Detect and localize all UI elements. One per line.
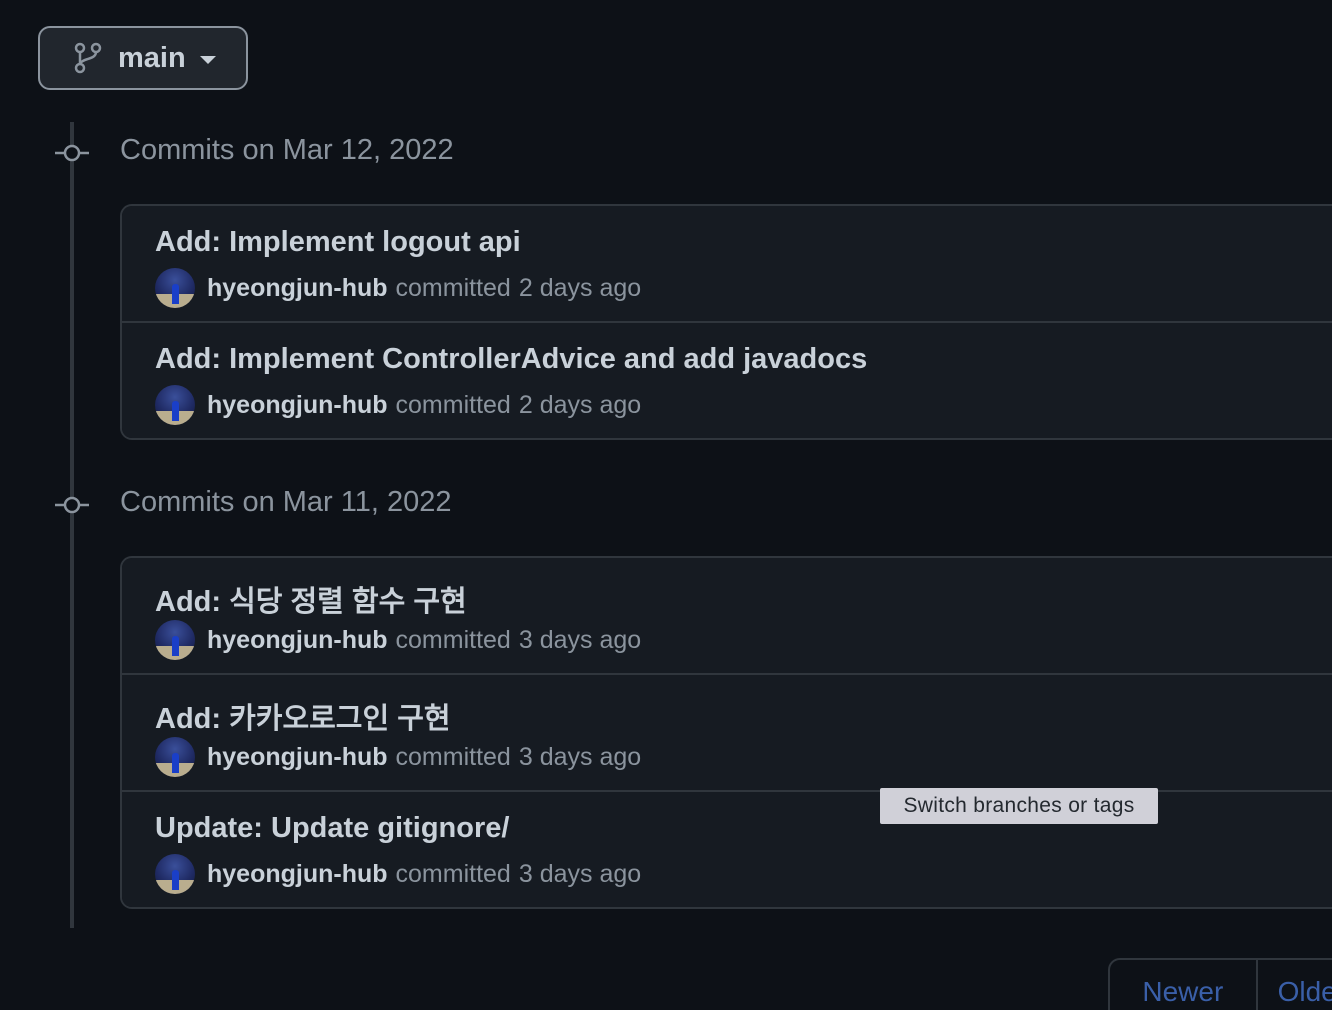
commit-group-title: Commits on Mar 11, 2022 [120,486,452,518]
commit-verb: committed [395,390,511,419]
commit-meta: hyeongjun-hub committed 3 days ago [155,620,641,660]
commit-verb: committed [395,742,511,771]
git-branch-icon [74,42,102,74]
commit-list: Add: 식당 정렬 함수 구현 hyeongjun-hub committed… [120,556,1332,909]
commit-meta: hyeongjun-hub committed 2 days ago [155,385,641,425]
commit-time: 3 days ago [518,625,642,654]
avatar[interactable] [155,620,195,660]
branch-label: main [118,41,186,74]
git-commit-icon [55,496,89,514]
commit-list: Add: Implement logout api hyeongjun-hub … [120,204,1332,440]
avatar[interactable] [155,737,195,777]
commit-time: 3 days ago [518,742,642,771]
commit-meta: hyeongjun-hub committed 3 days ago [155,737,641,777]
author-link[interactable]: hyeongjun-hub [207,860,388,889]
commit-meta: hyeongjun-hub committed 2 days ago [155,268,641,308]
author-link[interactable]: hyeongjun-hub [207,626,388,655]
commit-message-link[interactable]: Add: Implement ControllerAdvice and add … [155,343,867,376]
commit-row: Add: 카카오로그인 구현 hyeongjun-hub committed 3… [122,675,1332,792]
commit-group-title: Commits on Mar 12, 2022 [120,134,454,166]
commit-time: 2 days ago [518,390,642,419]
commit-time: 3 days ago [518,859,642,888]
avatar[interactable] [155,854,195,894]
commit-row: Add: Implement logout api hyeongjun-hub … [122,206,1332,323]
commit-message-link[interactable]: Update: Update gitignore/ [155,812,509,845]
newer-button[interactable]: Newer [1110,960,1258,1010]
author-link[interactable]: hyeongjun-hub [207,391,388,420]
commit-message-link[interactable]: Add: Implement logout api [155,226,521,259]
commit-row: Add: 식당 정렬 함수 구현 hyeongjun-hub committed… [122,558,1332,675]
commit-row: Add: Implement ControllerAdvice and add … [122,323,1332,438]
older-button[interactable]: Older [1258,960,1332,1010]
branch-select-button[interactable]: main [38,26,248,90]
commit-verb: committed [395,859,511,888]
author-link[interactable]: hyeongjun-hub [207,743,388,772]
avatar[interactable] [155,385,195,425]
commit-verb: committed [395,625,511,654]
commit-message-link[interactable]: Add: 식당 정렬 함수 구현 [155,578,467,620]
chevron-down-icon [199,56,216,64]
git-commit-icon [55,144,89,162]
commit-time: 2 days ago [518,273,642,302]
commits-page: main Commits on Mar 12, 2022 Add: Implem… [0,0,1332,1010]
author-link[interactable]: hyeongjun-hub [207,274,388,303]
branch-tooltip: Switch branches or tags [880,788,1158,824]
commit-message-link[interactable]: Add: 카카오로그인 구현 [155,695,451,737]
pagination: Newer Older [1108,958,1332,1010]
commit-verb: committed [395,273,511,302]
avatar[interactable] [155,268,195,308]
commit-meta: hyeongjun-hub committed 3 days ago [155,854,641,894]
timeline-line [70,122,74,928]
